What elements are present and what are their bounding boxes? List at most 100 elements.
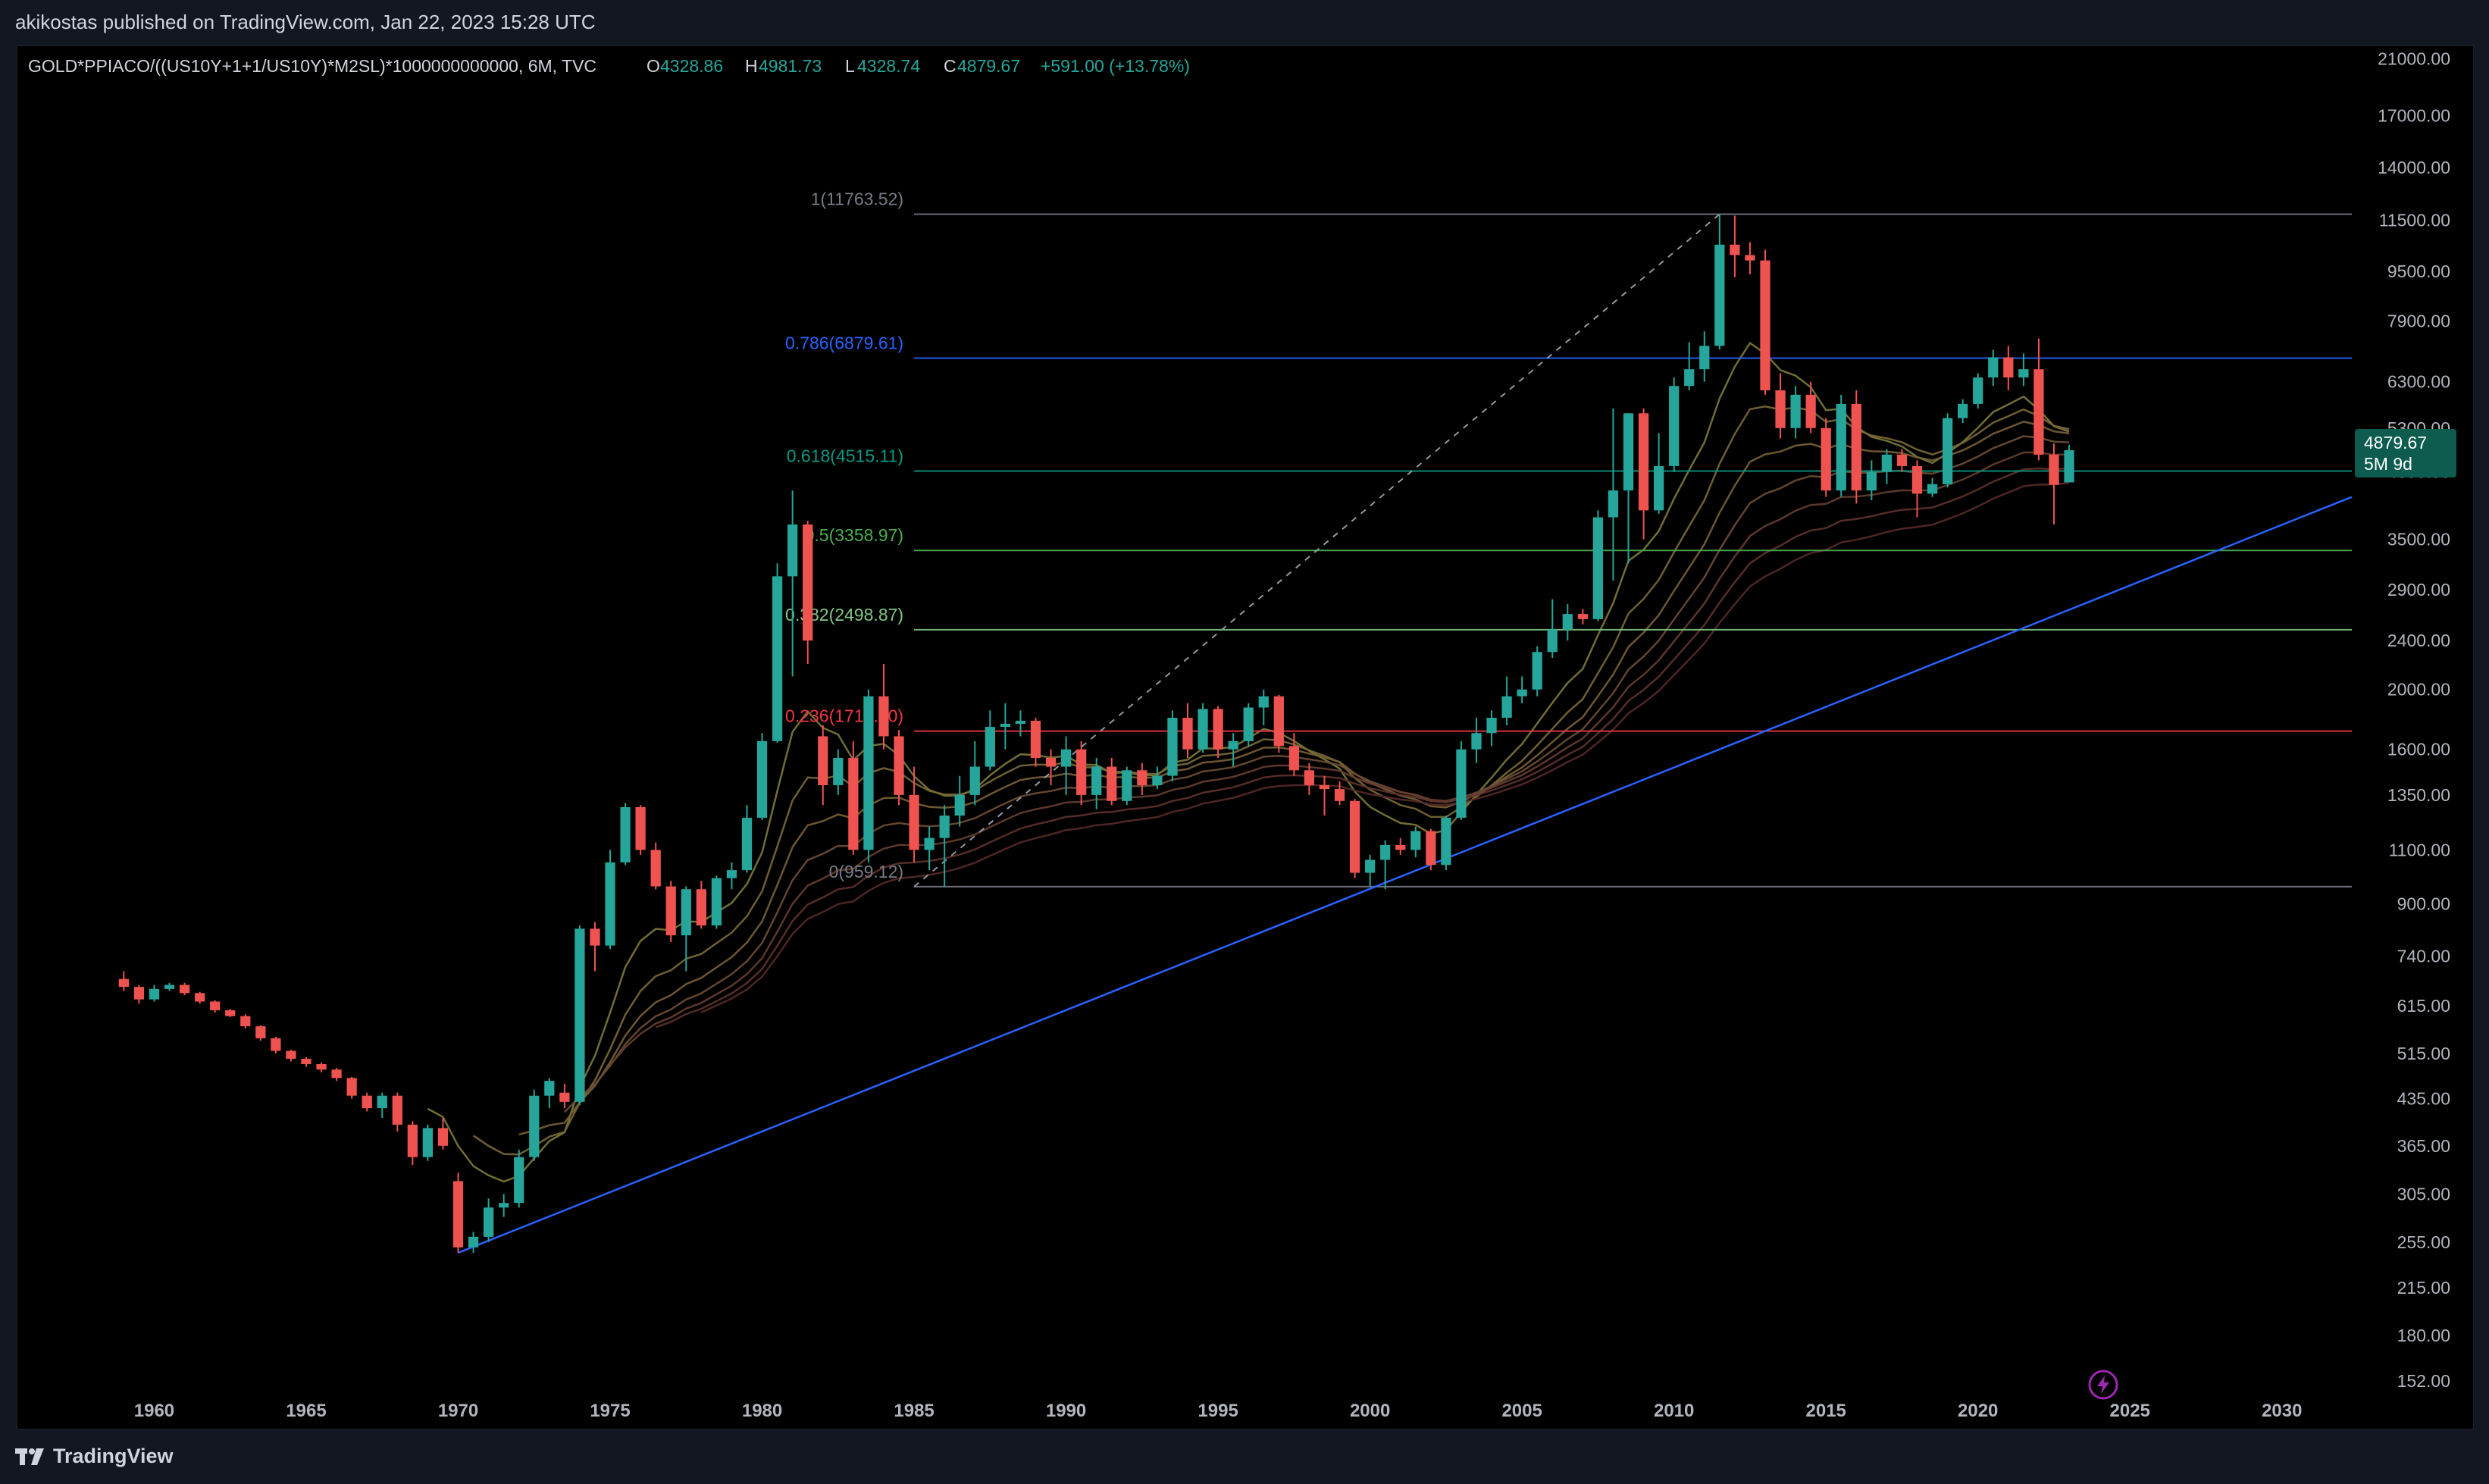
chart-frame[interactable]: 1(11763.52) 0.786(6879.61) 0.618(4515.11) 0… [17, 45, 2474, 1429]
candle-down [878, 664, 889, 750]
price-tag-countdown: 5M 9d [2364, 454, 2412, 474]
candle-body [924, 837, 935, 850]
candle-body [255, 1026, 266, 1038]
candle-down [1745, 242, 1755, 274]
price-axis: 21000.00 17000.00 14000.00 11500.00 9500.00 7… [2378, 49, 2450, 1390]
candle-down [255, 1025, 266, 1041]
candle-body [1198, 709, 1208, 750]
candle-body [240, 1016, 251, 1027]
publisher-info: akikostas published on TradingView.com, … [15, 11, 596, 33]
candle-up [1669, 377, 1680, 472]
candle-body [1745, 255, 1755, 261]
legend-open-label: O [647, 56, 660, 76]
y-tick-label: 1350.00 [2387, 785, 2450, 805]
y-tick-label: 1600.00 [2387, 740, 2450, 759]
candle-down [803, 521, 813, 665]
candle-body [392, 1095, 402, 1125]
candle-body [1608, 490, 1619, 518]
candle-body [1577, 614, 1588, 619]
candle-down [1730, 215, 1740, 277]
candle-down [316, 1062, 327, 1072]
candle-body [316, 1063, 327, 1070]
legend-low-value: 4328.74 [857, 56, 920, 76]
y-tick-label: 215.00 [2397, 1278, 2450, 1298]
y-tick-label: 305.00 [2397, 1184, 2450, 1204]
y-tick-label: 515.00 [2397, 1044, 2450, 1063]
candle-down [818, 725, 828, 806]
candle-body [1015, 720, 1026, 724]
candle-body [635, 806, 646, 850]
candle-body [1380, 844, 1391, 860]
candle-down [1319, 775, 1330, 816]
candle-down [1213, 706, 1223, 758]
candle-up [605, 850, 615, 950]
candle-body [1973, 377, 1983, 404]
candle-up [1258, 689, 1269, 726]
candle-up [787, 490, 798, 677]
candle-up [1198, 703, 1208, 753]
candle-body [271, 1038, 281, 1051]
candle-body [1547, 629, 1558, 653]
candle-up [1471, 718, 1482, 763]
x-tick-label: 1965 [286, 1401, 326, 1421]
candle-body [149, 988, 160, 1000]
candle-body [2033, 369, 2044, 455]
candle-body [286, 1050, 296, 1059]
ribbon-line [700, 481, 2070, 1013]
candle-body [544, 1081, 555, 1096]
time-axis: 1960 1965 1970 1975 1980 1985 1990 1995 2000 2005… [134, 1401, 2303, 1421]
candle-up [1942, 413, 1953, 487]
x-tick-label: 1970 [438, 1401, 478, 1421]
candle-body [575, 928, 585, 1102]
candle-down [559, 1083, 570, 1109]
candle-up [954, 775, 965, 827]
candle-body [1911, 465, 1923, 494]
x-tick-label: 2005 [1501, 1401, 1542, 1421]
candle-body [894, 736, 904, 795]
candle-down [2003, 346, 2014, 391]
candle-body [1760, 260, 1770, 391]
tradingview-logo-icon [15, 1448, 44, 1465]
candle-up [1517, 676, 1527, 703]
candle-up [149, 985, 160, 1002]
ribbon-line [472, 405, 2070, 1156]
candle-down [195, 991, 205, 1004]
candle-body [1562, 614, 1573, 630]
candle-down [1182, 703, 1193, 758]
candle-body [1654, 465, 1664, 511]
candle-up [741, 805, 753, 873]
candle-body [1091, 766, 1102, 795]
candle-up [833, 749, 844, 795]
y-tick-label: 255.00 [2397, 1232, 2450, 1252]
candle-body [681, 889, 691, 936]
candle-up [1958, 399, 1968, 424]
candle-up [422, 1124, 434, 1161]
candle-body [195, 993, 205, 1002]
candle-down [362, 1092, 372, 1112]
candle-body [1137, 770, 1147, 785]
candle-down [301, 1057, 312, 1067]
y-tick-label: 2400.00 [2387, 631, 2450, 650]
legend-high-label: H [745, 56, 758, 76]
y-tick-label: 180.00 [2397, 1326, 2450, 1345]
candlestick-chart[interactable]: 1(11763.52) 0.786(6879.61) 0.618(4515.11) 0… [17, 46, 2473, 1429]
fib-level-label: 0(959.12) [829, 862, 903, 881]
candle-down [1851, 390, 1861, 504]
y-tick-label: 900.00 [2397, 894, 2450, 913]
candle-body [772, 576, 783, 741]
y-tick-label: 6300.00 [2387, 372, 2450, 392]
candle-body [1182, 718, 1193, 750]
candle-body [1076, 749, 1087, 795]
candle-body [1699, 346, 1710, 370]
y-tick-label: 2900.00 [2387, 580, 2450, 600]
y-tick-label: 365.00 [2397, 1136, 2450, 1156]
tradingview-brand[interactable]: TradingView [15, 1445, 174, 1468]
candle-body [407, 1124, 418, 1157]
candle-body [1471, 733, 1482, 750]
lightning-bolt-icon[interactable] [2088, 1370, 2118, 1400]
candle-up [1608, 409, 1619, 581]
candle-up [711, 875, 722, 929]
candle-down [225, 1009, 236, 1017]
candle-up [1410, 826, 1421, 858]
candle-up [499, 1194, 509, 1217]
